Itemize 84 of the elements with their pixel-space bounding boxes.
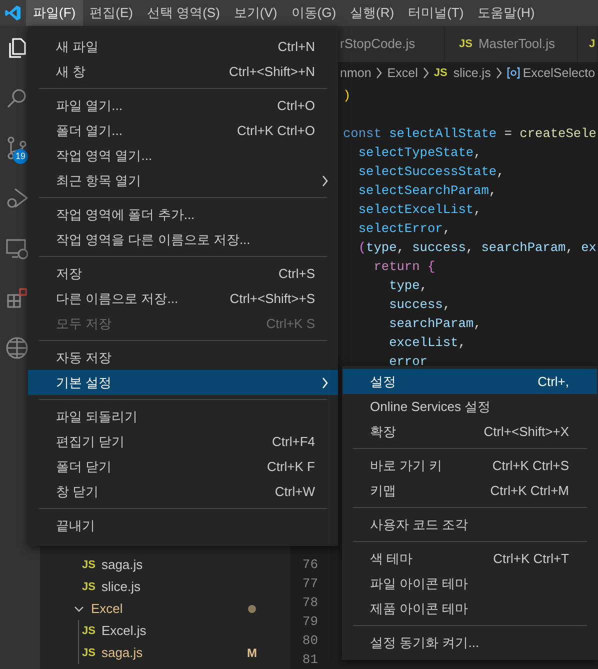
menu-item[interactable]: 키맵 Ctrl+K Ctrl+M	[343, 478, 597, 503]
code-line: selectError,	[357, 220, 452, 238]
folder-item[interactable]: Excel	[40, 598, 290, 620]
js-file-icon: JS	[82, 622, 96, 640]
menu-item[interactable]: 다른 이름으로 저장... Ctrl+<Shift>+S	[28, 286, 338, 311]
code-line: selectExcelList,	[357, 201, 482, 219]
chevron-right-icon	[375, 67, 384, 79]
extensions-icon[interactable]	[5, 286, 29, 310]
js-file-icon: JS	[82, 644, 96, 662]
menu-item[interactable]: 편집기 닫기 Ctrl+F4	[28, 429, 338, 454]
menu-item[interactable]: 창 닫기 Ctrl+W	[28, 479, 338, 504]
line-number: 81	[302, 651, 318, 669]
menu-item[interactable]: 작업 영역에 폴더 추가...	[28, 202, 338, 227]
js-file-icon: JS	[459, 36, 472, 52]
remote-explorer-icon[interactable]	[5, 236, 29, 260]
menu-item[interactable]: 파일 되돌리기	[28, 404, 338, 429]
menu-item[interactable]: 사용자 코드 조각	[343, 512, 597, 537]
menu-item[interactable]: 끝내기	[28, 513, 338, 538]
globe-icon[interactable]	[5, 336, 29, 360]
code-line: const selectAllState = createSele	[343, 125, 598, 143]
code-line: excelList,	[388, 334, 467, 352]
line-number: 76	[302, 556, 318, 574]
code-line: error	[388, 353, 428, 371]
code-line: (type, success, searchParam, ex	[357, 239, 598, 257]
menu-bar-item[interactable]: 실행(R)	[343, 0, 402, 26]
code-line: selectSearchParam,	[357, 182, 498, 200]
chevron-right-icon	[494, 67, 503, 79]
menu-item[interactable]: 저장 Ctrl+S	[28, 261, 338, 286]
line-number: 78	[302, 594, 318, 612]
menu-item[interactable]: 설정 동기화 켜기...	[343, 630, 597, 655]
menu-item[interactable]: 작업 영역을 다른 이름으로 저장...	[28, 227, 338, 252]
editor-tab[interactable]: JS MasterTool.js	[445, 26, 578, 62]
file-item[interactable]: JS slice.js	[40, 576, 290, 598]
menu-bar-item[interactable]: 이동(G)	[284, 0, 344, 26]
js-file-icon: JS	[82, 578, 96, 596]
breadcrumb-item[interactable]: JS slice.js	[434, 64, 491, 82]
menu-item[interactable]: 색 테마 Ctrl+K Ctrl+T	[343, 546, 597, 571]
source-control-icon[interactable]	[5, 136, 29, 160]
js-file-icon[interactable]: J	[589, 36, 596, 52]
menu-bar-item[interactable]: 터미널(T)	[401, 0, 471, 26]
chevron-right-icon	[422, 67, 430, 79]
menu-item[interactable]: 폴더 닫기 Ctrl+K F	[28, 454, 338, 479]
js-file-icon: JS	[434, 64, 448, 82]
file-item[interactable]: JS saga.js	[40, 554, 290, 576]
menu-item[interactable]: 확장 Ctrl+<Shift>+X	[343, 419, 597, 444]
menu-item[interactable]: 자동 저장	[28, 345, 338, 370]
code-line: )	[343, 87, 352, 105]
symbol-icon	[506, 67, 520, 79]
menu-item[interactable]: 기본 설정	[28, 370, 338, 395]
code-line: success,	[388, 296, 452, 314]
code-line: searchParam,	[388, 315, 482, 333]
menu-item[interactable]: 파일 열기... Ctrl+O	[28, 93, 338, 118]
menu-bar-item[interactable]: 파일(F)	[26, 0, 83, 26]
js-file-icon: JS	[82, 556, 96, 574]
menu-item[interactable]: 폴더 열기... Ctrl+K Ctrl+O	[28, 118, 338, 143]
breadcrumb-item[interactable]: Excel	[387, 64, 418, 82]
file-item[interactable]: JS Excel.js	[40, 620, 290, 642]
line-number: 79	[302, 613, 318, 631]
menu-item[interactable]: 파일 아이콘 테마	[343, 571, 597, 596]
code-line: selectTypeState,	[357, 144, 482, 162]
code-line: selectSuccessState,	[357, 163, 506, 181]
menu-bar-item[interactable]: 보기(V)	[226, 0, 284, 26]
menu-item[interactable]: 설정 Ctrl+,	[343, 369, 597, 394]
menu-bar-item[interactable]: 선택 영역(S)	[140, 0, 227, 26]
search-icon[interactable]	[5, 86, 29, 110]
run-debug-icon[interactable]	[5, 186, 29, 210]
menu-bar-item[interactable]: 편집(E)	[82, 0, 140, 26]
code-line: return {	[372, 258, 436, 276]
app-logo-icon	[4, 4, 22, 22]
menu-bar-item[interactable]: 도움말(H)	[470, 0, 542, 26]
file-item[interactable]: JS saga.js M	[40, 642, 290, 664]
menu-item[interactable]: 제품 아이콘 테마	[343, 596, 597, 621]
menu-item[interactable]: 작업 영역 열기...	[28, 143, 338, 168]
menu-item[interactable]: 최근 항목 열기	[28, 168, 338, 193]
git-status: M	[247, 645, 257, 662]
line-number: 80	[302, 632, 318, 650]
line-number: 77	[302, 575, 318, 593]
notification-badge: 19	[13, 149, 28, 164]
breadcrumb-item[interactable]: nmon	[340, 64, 372, 82]
menu-item[interactable]: 바로 가기 키 Ctrl+K Ctrl+S	[343, 453, 597, 478]
menu-item[interactable]: 새 창 Ctrl+<Shift>+N	[28, 59, 338, 84]
menu-item[interactable]: Online Services 설정	[343, 394, 597, 419]
code-line: type,	[388, 277, 428, 295]
breadcrumb-item[interactable]: ExcelSelecto	[506, 64, 596, 82]
